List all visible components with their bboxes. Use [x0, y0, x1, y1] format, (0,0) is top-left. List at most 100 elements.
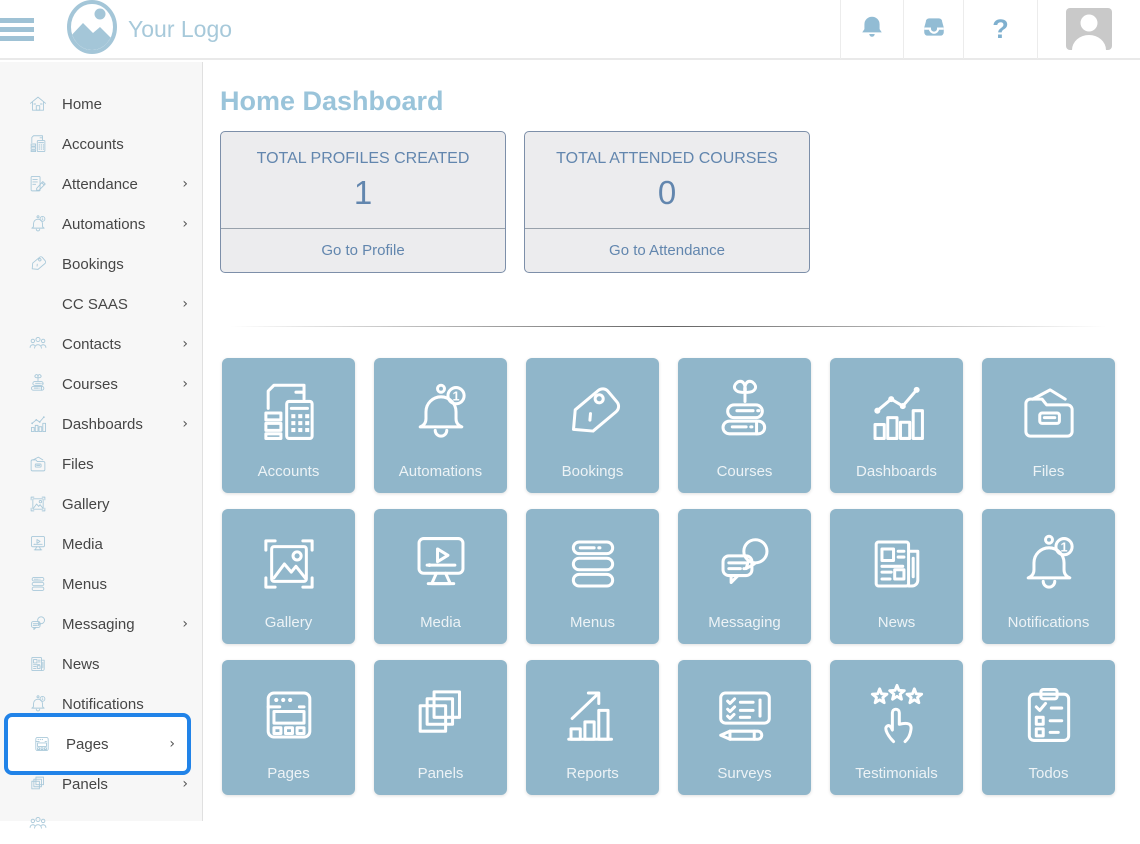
sidebar-item-label: Home [62, 96, 102, 113]
courses-icon [708, 358, 782, 463]
sidebar-item-partial[interactable]: › [0, 804, 202, 844]
media-icon [404, 509, 478, 614]
tile-accounts[interactable]: Accounts [222, 358, 355, 493]
sidebar-item-label: Bookings [62, 256, 124, 273]
home-icon [27, 93, 49, 115]
chevron-right-icon: › [182, 616, 188, 632]
help-button[interactable]: ? [963, 0, 1037, 59]
tile-reports[interactable]: Reports [526, 660, 659, 795]
svg-text:1: 1 [1060, 539, 1067, 554]
bookings-icon [27, 253, 49, 275]
tile-news[interactable]: News [830, 509, 963, 644]
hamburger-menu-icon[interactable] [0, 14, 34, 45]
sidebar-item-attendance[interactable]: Attendance › [0, 164, 202, 204]
stat-value: 1 [354, 174, 372, 212]
tile-dashboards[interactable]: Dashboards [830, 358, 963, 493]
stat-link-go-to-attendance[interactable]: Go to Attendance [525, 228, 809, 272]
sidebar-item-label: Panels [62, 776, 108, 793]
stat-link-go-to-profile[interactable]: Go to Profile [221, 228, 505, 272]
contacts-icon [27, 813, 49, 835]
tile-testimonials[interactable]: Testimonials [830, 660, 963, 795]
stats-row: TOTAL PROFILES CREATED 1 Go to Profile T… [220, 131, 1110, 273]
menus-icon [556, 509, 630, 614]
account-button[interactable] [1037, 0, 1140, 59]
tile-label: Automations [399, 463, 482, 480]
sidebar-item-label: Courses [62, 376, 118, 393]
sidebar-item-gallery[interactable]: Gallery › [0, 484, 202, 524]
tile-notifications[interactable]: 1 Notifications [982, 509, 1115, 644]
tile-label: Reports [566, 765, 619, 782]
sidebar-item-contacts[interactable]: Contacts › [0, 324, 202, 364]
tile-panels[interactable]: Panels [374, 660, 507, 795]
attendance-icon [27, 173, 49, 195]
tile-label: Todos [1028, 765, 1068, 782]
tile-label: Panels [418, 765, 464, 782]
sidebar-item-files[interactable]: Files › [0, 444, 202, 484]
sidebar-item-automations[interactable]: 1 Automations › [0, 204, 202, 244]
news-icon [860, 509, 934, 614]
sidebar-item-bookings[interactable]: Bookings › [0, 244, 202, 284]
messaging-icon [27, 613, 49, 635]
sidebar-item-label: CC SAAS [62, 296, 128, 313]
todos-icon [1012, 660, 1086, 765]
surveys-icon [708, 660, 782, 765]
logo[interactable]: Your Logo [66, 0, 232, 60]
sidebar-item-news[interactable]: News › [0, 644, 202, 684]
tile-label: Bookings [562, 463, 624, 480]
sidebar-item-accounts[interactable]: Accounts › [0, 124, 202, 164]
logo-text: Your Logo [128, 16, 232, 43]
tile-label: Testimonials [855, 765, 938, 782]
dashboards-icon [860, 358, 934, 463]
sidebar-item-label: Menus [62, 576, 107, 593]
tile-files[interactable]: Files [982, 358, 1115, 493]
tile-gallery[interactable]: Gallery [222, 509, 355, 644]
media-icon [27, 533, 49, 555]
tile-pages[interactable]: Pages [222, 660, 355, 795]
sidebar-item-messaging[interactable]: Messaging › [0, 604, 202, 644]
tile-menus[interactable]: Menus [526, 509, 659, 644]
chevron-right-icon: › [182, 176, 188, 192]
no-icon [27, 293, 49, 315]
files-icon [1012, 358, 1086, 463]
tile-label: News [878, 614, 916, 631]
sidebar-item-menus[interactable]: Menus › [0, 564, 202, 604]
svg-text:1: 1 [41, 217, 43, 221]
messaging-icon [708, 509, 782, 614]
pages-icon [252, 660, 326, 765]
tile-automations[interactable]: 1 Automations [374, 358, 507, 493]
tile-media[interactable]: Media [374, 509, 507, 644]
files-icon [27, 453, 49, 475]
sidebar-item-media[interactable]: Media › [0, 524, 202, 564]
chevron-right-icon: › [182, 336, 188, 352]
sidebar-item-pages-highlighted[interactable]: Pages› [4, 713, 191, 775]
sidebar-item-label: Files [62, 456, 94, 473]
tile-todos[interactable]: Todos [982, 660, 1115, 795]
notifications-button[interactable] [840, 0, 903, 59]
tile-bookings[interactable]: Bookings [526, 358, 659, 493]
sidebar-item-home[interactable]: Home › [0, 84, 202, 124]
courses-icon [27, 373, 49, 395]
stat-label: TOTAL PROFILES CREATED [257, 150, 470, 168]
tile-label: Media [420, 614, 461, 631]
tile-label: Menus [570, 614, 615, 631]
sidebar-item-courses[interactable]: Courses › [0, 364, 202, 404]
bookings-icon [556, 358, 630, 463]
inbox-button[interactable] [903, 0, 963, 59]
tile-label: Surveys [717, 765, 771, 782]
sidebar-item-dashboards[interactable]: Dashboards › [0, 404, 202, 444]
tile-courses[interactable]: Courses [678, 358, 811, 493]
sidebar-item-cc-saas[interactable]: CC SAAS › [0, 284, 202, 324]
svg-text:1: 1 [452, 388, 459, 403]
sidebar-item-label: Media [62, 536, 103, 553]
tile-surveys[interactable]: Surveys [678, 660, 811, 795]
sidebar-item-label: Pages [66, 736, 109, 753]
chevron-right-icon: › [182, 296, 188, 312]
chevron-right-icon: › [182, 776, 188, 792]
svg-text:1: 1 [41, 697, 43, 701]
tile-label: Messaging [708, 614, 781, 631]
tile-grid: Accounts 1 Automations Bookings Courses … [222, 358, 1110, 795]
stat-card-total-attended-courses: TOTAL ATTENDED COURSES 0 Go to Attendanc… [524, 131, 810, 273]
accounts-icon [252, 358, 326, 463]
page-title: Home Dashboard [220, 86, 1110, 116]
tile-messaging[interactable]: Messaging [678, 509, 811, 644]
